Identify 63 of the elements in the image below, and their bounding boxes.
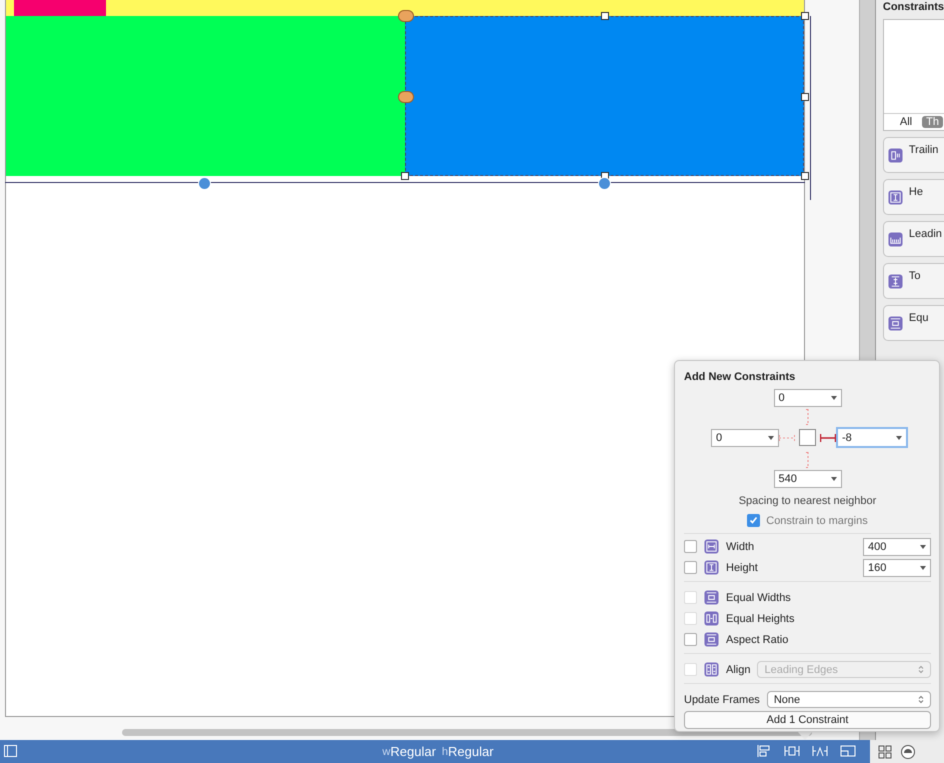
option-label: Equal Widths [726,592,791,604]
constraint-icon [704,611,719,626]
view-square [799,429,816,446]
pin-icon[interactable] [784,744,800,758]
constraint-icon [704,539,719,554]
resize-handle[interactable] [601,12,609,20]
left-spacing-field[interactable]: 0 [711,428,779,446]
option-label: Height [726,562,758,574]
option-label: Align [726,664,750,676]
align-icon[interactable] [756,744,772,758]
option-label: Equal Heights [726,612,794,624]
stepper-icon [918,695,924,704]
resize-handle[interactable] [401,172,409,180]
constraint-icon [888,316,903,330]
constraint-item[interactable]: Trailin [882,137,944,173]
add-constraint-button[interactable]: Add 1 Constraint [684,711,931,729]
checkbox[interactable] [684,540,697,553]
constraint-item[interactable]: To [882,263,944,299]
option-label: Constrain to margins [766,514,868,526]
checkbox[interactable] [684,561,697,574]
checkmark-icon [749,516,758,525]
sidebar-icon[interactable] [4,745,17,757]
value-dropdown[interactable]: 400 [863,538,931,556]
option-label: Width [726,540,754,552]
option-label: Update Frames [684,694,760,706]
bottom-spacing-field[interactable]: 540 [774,470,842,488]
spacing-strut-icon[interactable] [820,434,836,442]
resize-handle[interactable] [801,93,809,101]
size-class[interactable]: Regular [390,744,436,759]
size-class[interactable]: Regular [448,744,494,759]
resolve-icon[interactable] [812,744,828,758]
value-dropdown[interactable]: 160 [863,558,931,576]
right-spacing-field[interactable]: -8 [836,427,908,448]
constraint-item[interactable]: Equ [882,305,944,341]
size-prefix: w [382,746,390,758]
constraint-icon [704,590,719,605]
constraint-icon [888,232,903,246]
constraint-icon [888,148,903,162]
checkbox[interactable] [684,633,697,646]
filter-tab[interactable]: Th [922,116,943,128]
frames-select[interactable]: None [766,691,931,708]
constraint-icon [888,274,903,288]
constraint-icon [704,662,719,677]
scrollbar[interactable] [122,729,812,736]
resize-handle[interactable] [801,12,809,20]
section-title: Constraints [882,1,944,13]
checkbox[interactable] [747,514,760,527]
stepper-icon [918,665,924,674]
resize-icon[interactable] [840,744,856,758]
constraint-item[interactable]: Leadin [882,221,944,257]
constraint-icon [704,560,719,575]
resize-handle[interactable] [801,172,809,180]
top-spacing-field[interactable]: 0 [774,389,842,407]
popover-title: Add New Constraints [684,371,796,383]
constraint-item[interactable]: He [882,179,944,215]
size-prefix: h [442,746,448,758]
filter-tab[interactable]: All [896,116,916,128]
grid-icon[interactable] [878,744,892,758]
constraint-icon [704,632,719,647]
option-label: Aspect Ratio [726,634,788,646]
constraint-icon [888,190,903,204]
circle-icon[interactable] [900,744,916,760]
spacing-caption: Spacing to nearest neighbor [738,495,878,507]
